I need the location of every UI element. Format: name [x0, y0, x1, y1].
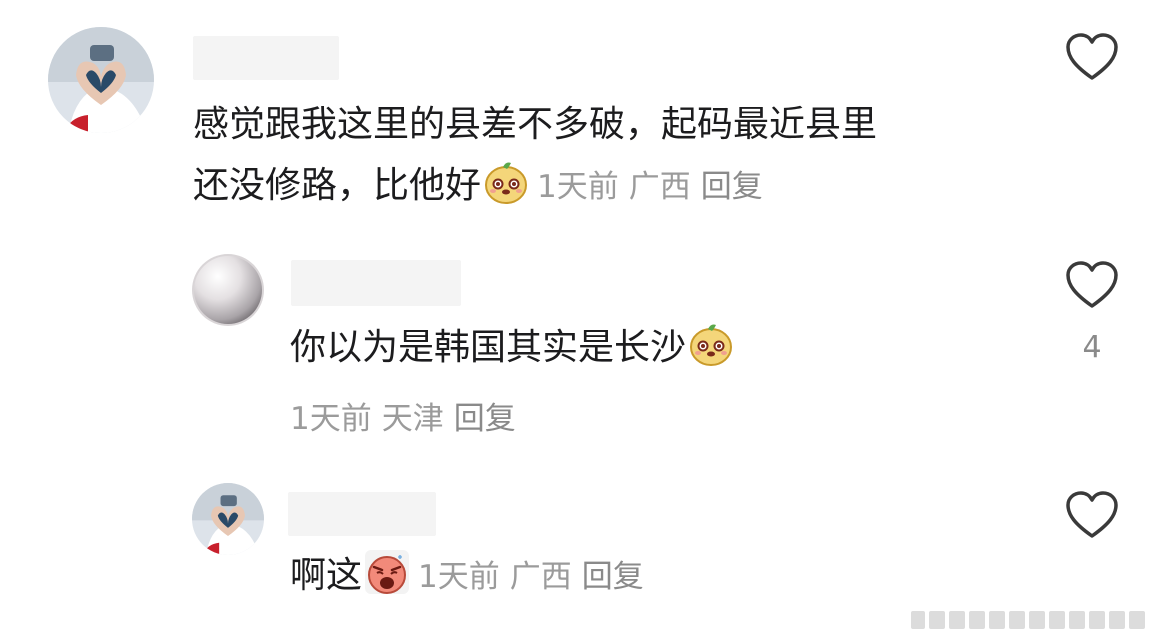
heart-outline-icon: [1066, 491, 1118, 538]
comment-text: 还没修路，比他好 1天前 广西 回复: [193, 155, 773, 218]
reply-button[interactable]: 回复: [582, 559, 644, 595]
heart-outline-icon: [1066, 33, 1118, 80]
username-placeholder[interactable]: [288, 492, 436, 536]
user-avatar[interactable]: [48, 27, 154, 133]
heart-hands-avatar: [48, 27, 154, 133]
like-count: 4: [1082, 330, 1102, 365]
comment-meta: 1天前 天津 回复: [290, 393, 526, 438]
username-placeholder[interactable]: [291, 260, 461, 306]
comment-text-line2: 还没修路，比他好: [193, 165, 482, 206]
comment-text: 感觉跟我这里的县差不多破，起码最近县里: [193, 94, 877, 156]
comment-meta: 1天前 广西 回复: [418, 559, 654, 595]
comment-text-body: 啊这: [290, 555, 363, 596]
comment-text: 你以为是韩国其实是长沙: [290, 317, 734, 379]
user-avatar[interactable]: [192, 254, 264, 326]
comment-location: 广西: [628, 169, 691, 205]
heart-hands-avatar: [192, 483, 264, 555]
comment-text: 啊这 1天前 广西 回复: [290, 545, 654, 608]
user-avatar[interactable]: [192, 483, 264, 555]
comment-text-body: 你以为是韩国其实是长沙: [290, 327, 687, 368]
comment-time: 1天前: [418, 559, 500, 595]
comment-location: 广西: [509, 559, 572, 595]
pearl-avatar: [192, 254, 264, 326]
username-placeholder[interactable]: [193, 36, 339, 80]
comment-meta: 1天前 广西 回复: [537, 169, 773, 205]
like-button[interactable]: [1065, 260, 1119, 310]
smile-pear-emoji: [483, 159, 529, 205]
comment-text-line1: 感觉跟我这里的县差不多破，起码最近县里: [193, 104, 878, 145]
like-button[interactable]: [1065, 32, 1119, 82]
comment-time: 1天前: [290, 401, 372, 437]
comment-time: 1天前: [537, 169, 619, 205]
scared-face-emoji: [364, 549, 410, 595]
comment-location: 天津: [381, 401, 444, 437]
like-button[interactable]: [1065, 490, 1119, 540]
watermark: [911, 607, 1156, 633]
heart-outline-icon: [1066, 261, 1118, 308]
reply-button[interactable]: 回复: [454, 401, 516, 437]
smile-pear-emoji: [688, 321, 734, 367]
reply-button[interactable]: 回复: [701, 169, 763, 205]
